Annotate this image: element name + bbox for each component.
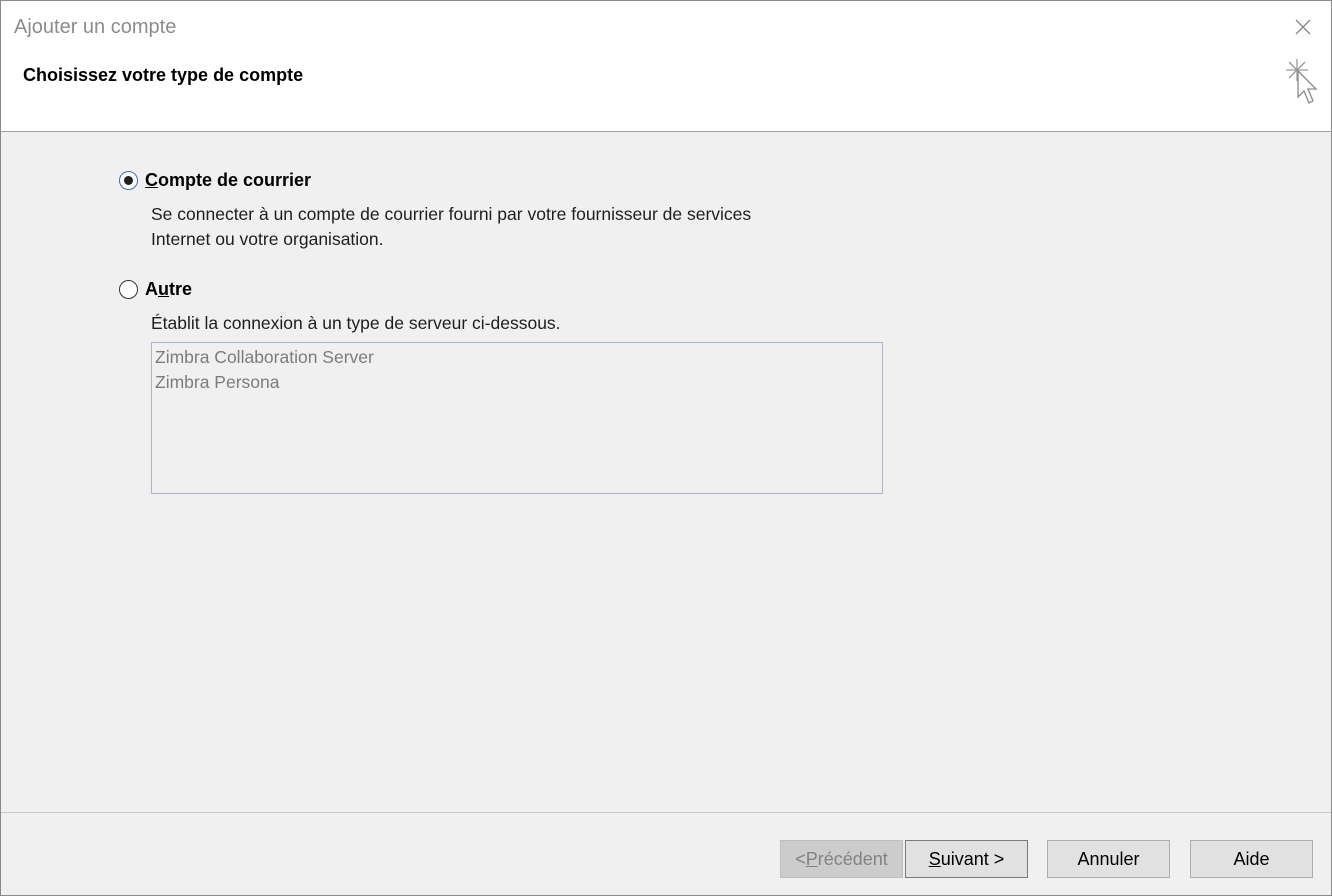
other-description: Établit la connexion à un type de serveu… [151,313,561,333]
back-button[interactable]: < Précédent [780,840,903,878]
wizard-cursor-icon [1286,59,1318,104]
title-bar: Ajouter un compte [1,1,1331,57]
radio-button-other[interactable] [119,280,138,299]
close-icon [1295,19,1311,35]
cancel-button[interactable]: Annuler [1047,840,1170,878]
next-button[interactable]: Suivant > [905,840,1028,878]
add-account-dialog: Ajouter un compte Choisissez votre type … [0,0,1332,896]
server-type-list: Zimbra Collaboration Server Zimbra Perso… [151,342,883,494]
mail-description-line2: Internet ou votre organisation. [151,229,384,249]
close-button[interactable] [1289,13,1317,41]
radio-label-other: Autre [145,279,193,299]
wizard-content: Compte de courrier Se connecter à un com… [1,132,1331,812]
list-item: Zimbra Collaboration Server [155,347,374,367]
help-button[interactable]: Aide [1190,840,1313,878]
wizard-footer: < Précédent Suivant > Annuler Aide [1,812,1331,895]
mail-description: Se connecter à un compte de courrier fou… [151,202,751,252]
window-title: Ajouter un compte [14,16,177,38]
radio-mail-account[interactable]: Compte de courrier [119,170,311,191]
radio-button-mail[interactable] [119,171,138,190]
radio-label-mail: Compte de courrier [145,170,312,190]
list-item: Zimbra Persona [155,372,280,392]
wizard-header: Choisissez votre type de compte [1,57,1331,132]
mail-description-line1: Se connecter à un compte de courrier fou… [151,204,752,224]
page-title: Choisissez votre type de compte [23,65,304,85]
radio-other[interactable]: Autre [119,279,192,300]
